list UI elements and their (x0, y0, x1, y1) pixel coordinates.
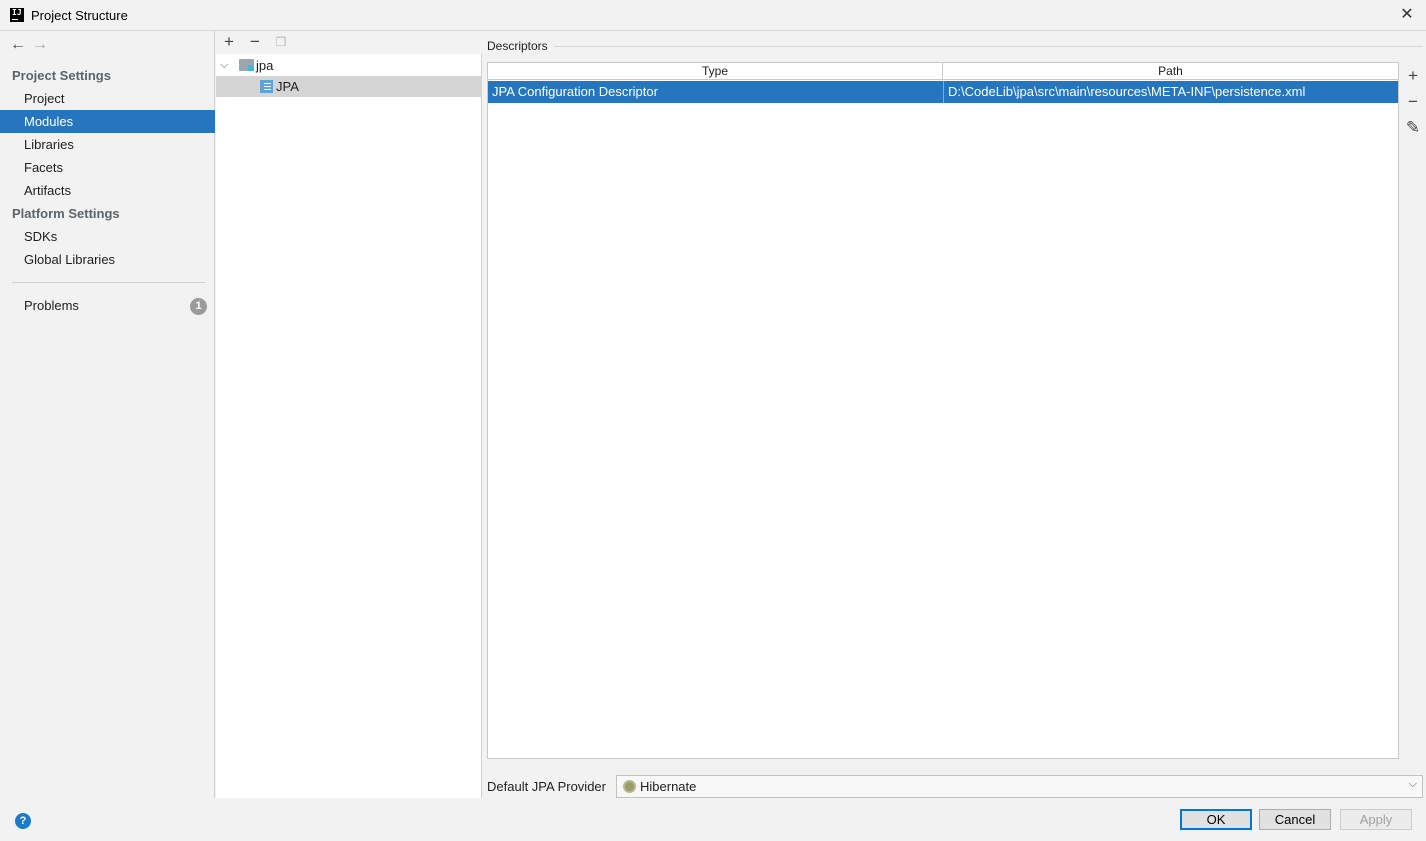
copy-icon[interactable]: ❐ (272, 33, 290, 51)
dialog-buttons-bar: ? OK Cancel Apply (0, 798, 1426, 841)
settings-nav: ← → Project Settings Project Modules Libr… (0, 31, 215, 798)
section-divider (551, 46, 1423, 47)
column-header-path[interactable]: Path (943, 63, 1398, 80)
nav-item-problems[interactable]: Problems 1 (0, 294, 215, 317)
problems-label: Problems (24, 298, 79, 313)
cell-path: D:\CodeLib\jpa\src\main\resources\META-I… (943, 81, 1398, 103)
provider-dropdown[interactable]: Hibernate ⌵ (616, 775, 1423, 798)
cancel-button[interactable]: Cancel (1259, 809, 1331, 830)
remove-icon[interactable]: − (246, 33, 264, 51)
intellij-app-icon: IJ (10, 8, 24, 22)
table-header: Type Path (488, 63, 1398, 80)
platform-settings-header: Platform Settings (12, 206, 120, 221)
facet-name: JPA (276, 79, 299, 94)
problems-count-badge: 1 (190, 298, 207, 315)
nav-item-global-libraries[interactable]: Global Libraries (0, 248, 215, 271)
edit-pencil-icon[interactable]: ✎ (1404, 119, 1422, 137)
remove-descriptor-icon[interactable]: − (1404, 93, 1422, 111)
nav-item-libraries[interactable]: Libraries (0, 133, 215, 156)
add-descriptor-icon[interactable]: + (1404, 67, 1422, 85)
project-settings-header: Project Settings (12, 68, 111, 83)
tree-node-jpa-facet[interactable]: JPA (216, 76, 482, 97)
chevron-down-icon[interactable]: ⌵ (220, 55, 228, 76)
history-arrows: ← → (10, 36, 54, 54)
provider-label: Default JPA Provider (487, 779, 606, 794)
chevron-down-icon[interactable]: ⌵ (1409, 778, 1417, 791)
descriptors-section-label: Descriptors (487, 39, 554, 53)
provider-value: Hibernate (640, 779, 697, 794)
title-bar: IJ Project Structure ✕ (0, 0, 1426, 31)
ok-button[interactable]: OK (1180, 809, 1252, 830)
help-icon[interactable]: ? (15, 813, 31, 829)
forward-arrow-icon[interactable]: → (32, 36, 54, 54)
window-title: Project Structure (31, 8, 128, 23)
nav-item-sdks[interactable]: SDKs (0, 225, 215, 248)
hibernate-icon (623, 780, 636, 793)
facet-settings-pane: Descriptors Type Path JPA Configuration … (483, 31, 1426, 798)
jpa-facet-icon (260, 80, 273, 93)
back-arrow-icon[interactable]: ← (10, 36, 32, 54)
nav-item-facets[interactable]: Facets (0, 156, 215, 179)
descriptors-table[interactable]: Type Path JPA Configuration Descriptor D… (487, 62, 1399, 759)
cell-type: JPA Configuration Descriptor (492, 84, 658, 99)
tree-toolbar: + − ❐ (216, 31, 482, 54)
nav-item-project[interactable]: Project (0, 87, 215, 110)
module-name: jpa (256, 58, 274, 73)
module-tree-pane: + − ❐ ⌵ jpa JPA (216, 31, 482, 798)
module-folder-icon (239, 59, 254, 71)
apply-button[interactable]: Apply (1340, 809, 1412, 830)
nav-divider (12, 282, 205, 283)
nav-item-modules[interactable]: Modules (0, 110, 215, 133)
add-icon[interactable]: + (220, 33, 238, 51)
column-header-type[interactable]: Type (488, 63, 943, 80)
close-icon[interactable]: ✕ (1398, 6, 1416, 24)
descriptor-toolbar: + − ✎ (1400, 62, 1426, 759)
table-row[interactable]: JPA Configuration Descriptor D:\CodeLib\… (488, 81, 1398, 103)
tree-node-module[interactable]: ⌵ jpa (216, 55, 482, 76)
nav-item-artifacts[interactable]: Artifacts (0, 179, 215, 202)
